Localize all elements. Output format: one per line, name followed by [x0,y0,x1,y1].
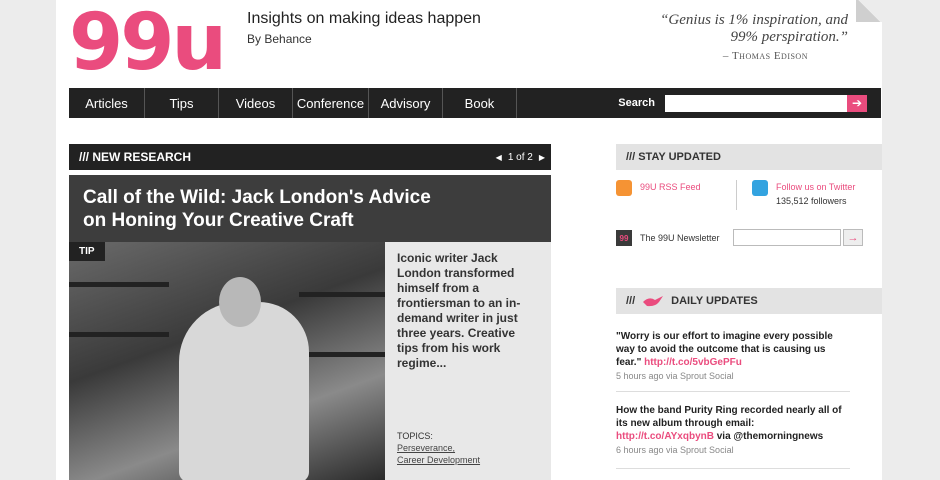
update-separator [616,391,850,392]
twitter-icon[interactable] [752,180,768,196]
rss-link[interactable]: 99U RSS Feed [640,182,701,192]
photo-figure-head [219,277,261,327]
feature-excerpt: Iconic writer Jack London transformed hi… [397,251,521,370]
search-input[interactable] [665,94,847,112]
photo-shelf [299,292,385,297]
page-corner-fold [856,0,882,22]
topic-link-career-development[interactable]: Career Development [397,455,480,465]
main-nav: Articles Tips Videos Conference Advisory… [69,88,881,118]
photo-shelf [69,282,169,287]
feature-pager: ◀ 1 of 2 ▶ [496,152,551,163]
page: 99u Insights on making ideas happen By B… [56,0,882,480]
next-arrow-icon[interactable]: ▶ [539,153,545,162]
search-label: Search [618,97,655,109]
update-suffix: via @themorningnews [716,431,824,442]
rss-icon[interactable] [616,180,632,196]
update-quote: How the band Purity Ring recorded nearly… [616,405,842,429]
nav-search: Search ➔ [618,88,881,118]
photo-figure-body [179,302,309,480]
daily-updates-title: DAILY UPDATES [671,295,758,307]
update-meta: 6 hours ago via Sprout Social [616,445,734,455]
update-meta: 5 hours ago via Sprout Social [616,371,734,381]
stay-updated-bar: /// STAY UPDATED [616,144,882,170]
nav-videos[interactable]: Videos [219,88,293,118]
prev-arrow-icon[interactable]: ◀ [496,153,502,162]
logo[interactable]: 99u [69,0,227,88]
photo-shelf [299,352,385,357]
feature-aside: Iconic writer Jack London transformed hi… [385,242,551,480]
newsletter-submit-button[interactable]: → [843,229,863,246]
twitter-followers: 135,512 followers [776,196,847,206]
daily-updates-prefix: /// [626,295,636,307]
update-item: How the band Purity Ring recorded nearly… [616,404,850,455]
nav-advisory[interactable]: Advisory [369,88,443,118]
feature-title-line2: on Honing Your Creative Craft [83,210,354,231]
newsletter-label: The 99U Newsletter [640,233,720,243]
feature-title-line1: Call of the Wild: Jack London's Advice [83,187,431,208]
tip-badge: TIP [69,242,105,261]
nav-tips[interactable]: Tips [145,88,219,118]
newsletter-icon: 99 [616,230,632,246]
search-submit-button[interactable]: ➔ [847,94,867,112]
topics-label: TOPICS: [397,431,433,441]
update-link[interactable]: http://t.co/AYxqbynB [616,431,714,442]
daily-updates-bar: /// DAILY UPDATES [616,288,882,314]
update-text: How the band Purity Ring recorded nearly… [616,404,850,443]
new-research-bar: /// NEW RESEARCH ◀ 1 of 2 ▶ [69,144,551,170]
logo-text: 99u [69,0,227,88]
twitter-link[interactable]: Follow us on Twitter [776,182,855,192]
feature-headline[interactable]: Call of the Wild: Jack London's Advice o… [69,175,551,242]
nav-articles[interactable]: Articles [69,88,145,118]
update-item: "Worry is our effort to imagine every po… [616,330,850,381]
bird-icon [643,296,664,307]
update-link[interactable]: http://t.co/5vbGePFu [644,357,742,368]
new-research-title: /// NEW RESEARCH [79,150,192,164]
divider [736,180,737,210]
update-separator [616,468,850,469]
nav-conference[interactable]: Conference [293,88,369,118]
tagline: Insights on making ideas happen [247,10,481,27]
photo-shelf [69,332,169,337]
stay-updated-title: /// STAY UPDATED [626,151,721,163]
topic-link-perseverance[interactable]: Perseverance, [397,443,455,453]
pager-count: 1 of 2 [507,151,533,163]
newsletter-email-input[interactable] [733,229,841,246]
quote: “Genius is 1% inspiration, and 99% persp… [648,12,848,65]
quote-text: “Genius is 1% inspiration, and 99% persp… [660,12,848,45]
quote-author: – Thomas Edison [722,50,808,62]
byline[interactable]: By Behance [247,32,312,46]
feature-photo[interactable]: TIP [69,242,385,480]
update-text: "Worry is our effort to imagine every po… [616,330,850,369]
nav-book[interactable]: Book [443,88,517,118]
